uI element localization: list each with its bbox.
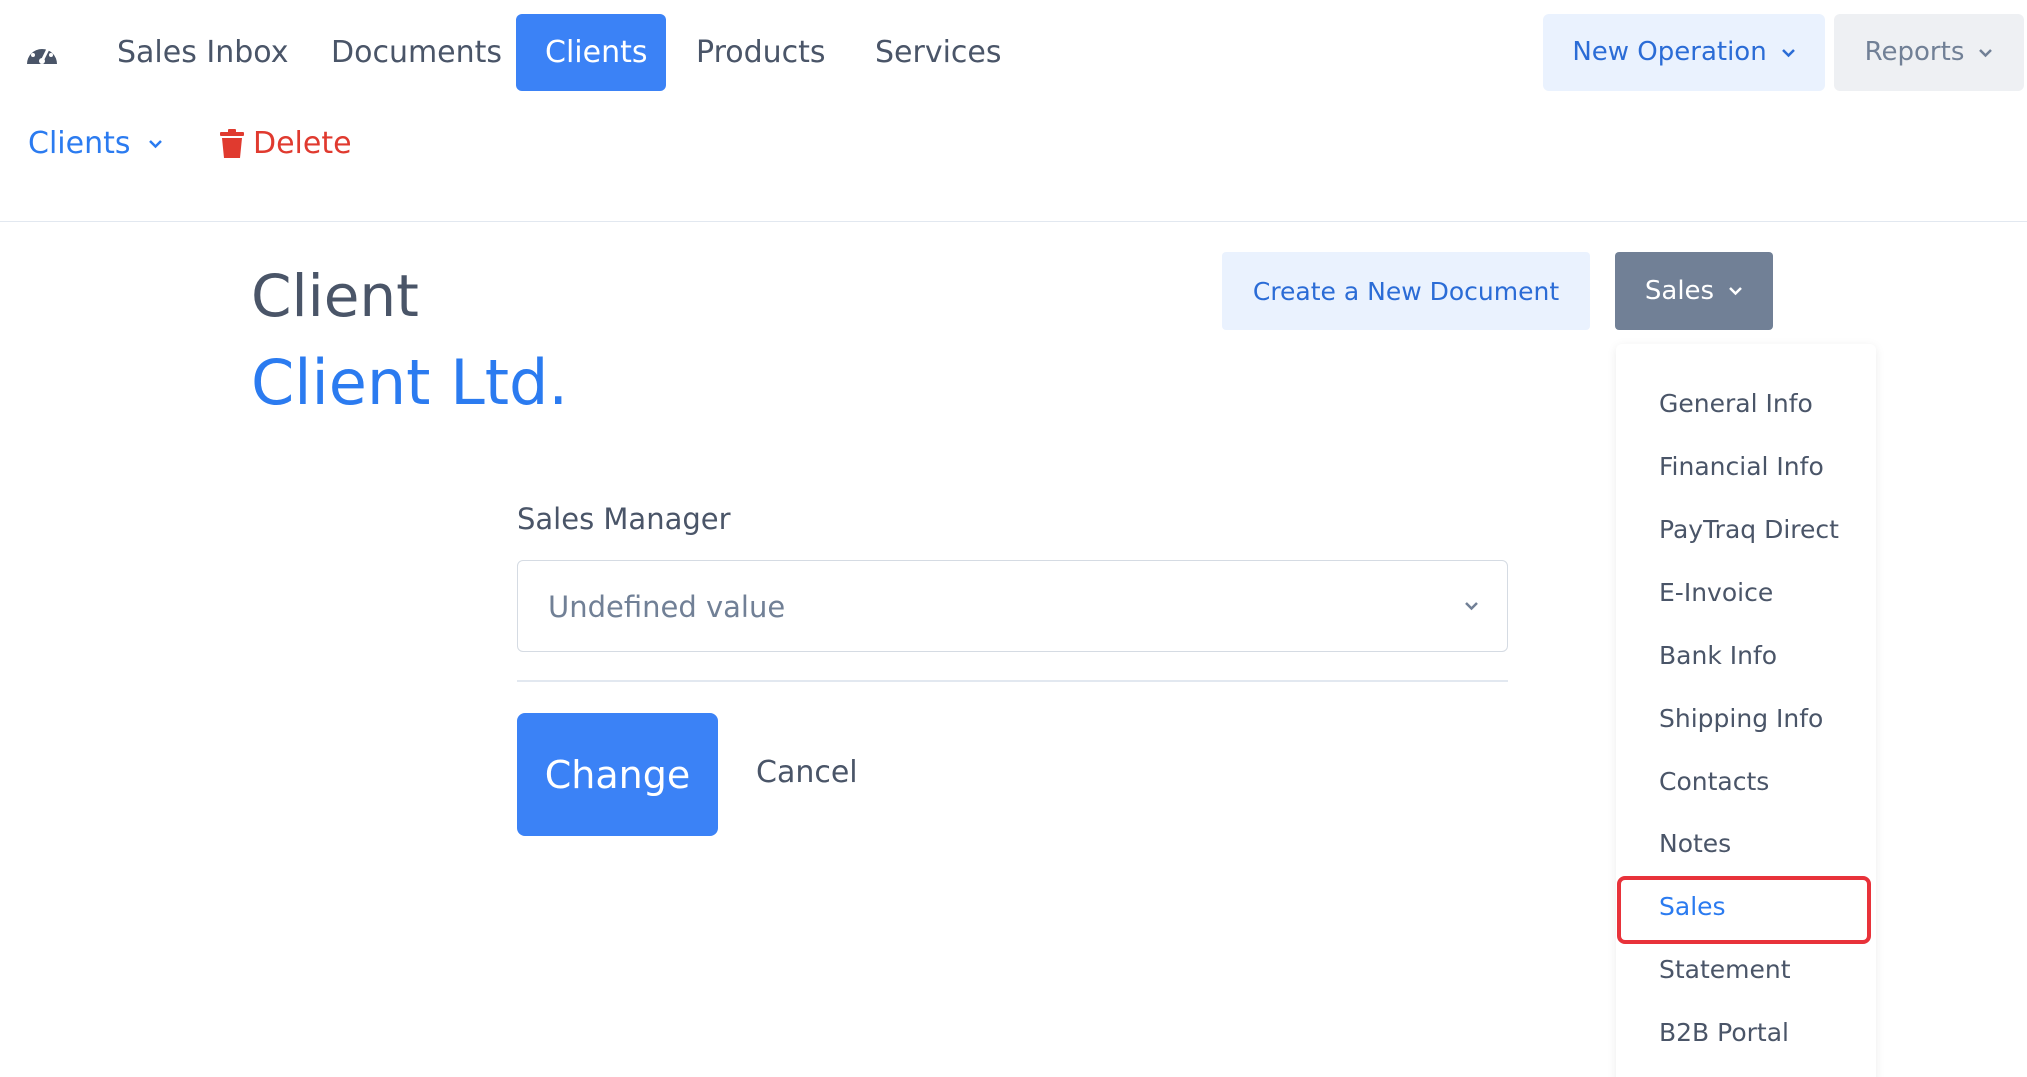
sales-menu-button[interactable]: Sales bbox=[1615, 252, 1773, 330]
sales-manager-label: Sales Manager bbox=[517, 502, 731, 536]
page: Sales Inbox Documents Clients Products S… bbox=[0, 0, 2027, 1077]
sales-dropdown-menu: General Info Financial Info PayTraq Dire… bbox=[1616, 344, 1876, 1077]
chevron-down-icon bbox=[149, 139, 163, 148]
menu-item-e-invoice[interactable]: E-Invoice bbox=[1616, 567, 1876, 619]
reports-button[interactable]: Reports bbox=[1834, 14, 2024, 91]
menu-item-paytraq-direct[interactable]: PayTraq Direct bbox=[1616, 504, 1876, 556]
menu-item-notes[interactable]: Notes bbox=[1616, 818, 1876, 870]
sales-manager-select[interactable]: Undefined value bbox=[517, 560, 1508, 652]
chevron-down-icon bbox=[1465, 602, 1478, 611]
delete-label: Delete bbox=[253, 126, 352, 161]
chevron-down-icon bbox=[1781, 48, 1795, 57]
create-document-button[interactable]: Create a New Document bbox=[1222, 252, 1590, 330]
nav-clients[interactable]: Clients bbox=[516, 14, 666, 91]
change-button[interactable]: Change bbox=[517, 713, 718, 836]
menu-item-bank-info[interactable]: Bank Info bbox=[1616, 630, 1876, 682]
chevron-down-icon bbox=[1979, 48, 1993, 57]
nav-documents[interactable]: Documents bbox=[302, 14, 531, 91]
new-operation-button[interactable]: New Operation bbox=[1543, 14, 1825, 91]
sales-menu-label: Sales bbox=[1644, 276, 1715, 306]
trash-icon bbox=[220, 128, 244, 158]
dashboard-icon[interactable] bbox=[24, 38, 60, 68]
nav-services[interactable]: Services bbox=[846, 14, 1031, 91]
chevron-down-icon bbox=[1729, 287, 1742, 296]
menu-item-general-info[interactable]: General Info bbox=[1616, 378, 1876, 430]
menu-item-financial-info[interactable]: Financial Info bbox=[1616, 441, 1876, 493]
sub-toolbar: Clients Delete bbox=[0, 104, 2027, 222]
client-name: Client Ltd. bbox=[251, 346, 569, 419]
menu-item-statement[interactable]: Statement bbox=[1616, 944, 1876, 996]
menu-item-b2b-portal[interactable]: B2B Portal bbox=[1616, 1007, 1876, 1059]
delete-button[interactable]: Delete bbox=[219, 126, 352, 161]
form-divider bbox=[517, 680, 1508, 682]
clients-dropdown[interactable]: Clients bbox=[28, 126, 163, 161]
menu-item-sales[interactable]: Sales bbox=[1616, 881, 1876, 933]
sales-manager-select-value: Undefined value bbox=[548, 590, 786, 624]
top-navigation: Sales Inbox Documents Clients Products S… bbox=[0, 0, 2027, 104]
nav-products[interactable]: Products bbox=[667, 14, 855, 91]
cancel-button[interactable]: Cancel bbox=[756, 755, 858, 790]
nav-sales-inbox[interactable]: Sales Inbox bbox=[88, 14, 317, 91]
reports-label: Reports bbox=[1864, 37, 1965, 67]
page-title: Client bbox=[251, 262, 419, 330]
menu-item-shipping-info[interactable]: Shipping Info bbox=[1616, 693, 1876, 745]
clients-dropdown-label: Clients bbox=[28, 126, 131, 161]
menu-item-contacts[interactable]: Contacts bbox=[1616, 756, 1876, 808]
new-operation-label: New Operation bbox=[1572, 37, 1767, 67]
